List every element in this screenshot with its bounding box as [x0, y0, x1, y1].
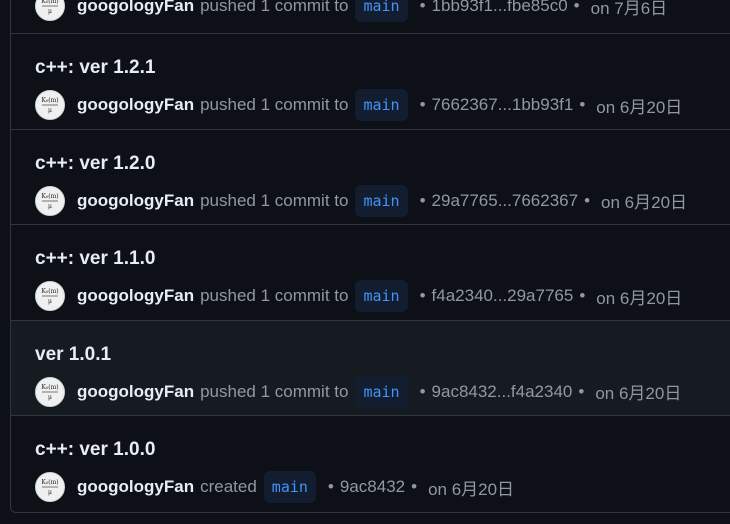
- commit-title[interactable]: c++: ver 1.2.0: [35, 153, 155, 175]
- activity-meta: K₀(m) μ googologyFan pushed 1 commit to m…: [35, 0, 667, 23]
- separator-dot: •: [579, 286, 586, 305]
- separator-dot: •: [327, 477, 334, 496]
- commit-range-link[interactable]: 9ac8432...f4a2340: [432, 382, 573, 402]
- activity-item: K₀(m) μ googologyFan pushed 1 commit to m…: [11, 0, 730, 34]
- commit-title[interactable]: ver 1.0.1: [35, 344, 111, 366]
- commit-range-link[interactable]: 9ac8432: [340, 477, 405, 497]
- separator-dot: •: [411, 477, 418, 496]
- username-link[interactable]: googologyFan: [77, 0, 194, 16]
- action-text: pushed 1 commit to: [200, 190, 349, 210]
- separator-dot: •: [419, 0, 426, 15]
- action-text: pushed 1 commit to: [200, 95, 349, 114]
- activity-item: c++: ver 1.1.0 K₀(m) μ googologyFan pushe…: [11, 225, 730, 321]
- separator-dot: •: [573, 0, 580, 15]
- activity-meta: K₀(m) μ googologyFan created main • 9ac84…: [35, 470, 514, 504]
- separator-dot: •: [419, 190, 426, 210]
- user-avatar[interactable]: K₀(m) μ: [35, 472, 65, 502]
- username-link[interactable]: googologyFan: [77, 286, 194, 306]
- svg-text:μ: μ: [48, 107, 52, 114]
- separator-dot: •: [578, 381, 585, 401]
- svg-text:μ: μ: [48, 298, 52, 305]
- activity-meta: K₀(m) μ googologyFan pushed 1 commit to m…: [35, 279, 682, 313]
- commit-title[interactable]: c++: ver 1.0.0: [35, 439, 155, 461]
- svg-text:μ: μ: [48, 203, 52, 210]
- commit-range-link[interactable]: 7662367...1bb93f1: [432, 95, 574, 115]
- avatar-formula-icon: K₀(m) μ: [41, 0, 58, 15]
- commit-title[interactable]: c++: ver 1.2.1: [35, 57, 155, 79]
- svg-text:K₀(m): K₀(m): [41, 193, 58, 200]
- username-link[interactable]: googologyFan: [77, 477, 194, 497]
- branch-label[interactable]: main: [355, 184, 408, 217]
- branch-label[interactable]: main: [355, 89, 408, 121]
- branch-label[interactable]: main: [355, 0, 408, 22]
- branch-label[interactable]: main: [355, 280, 408, 312]
- svg-text:K₀(m): K₀(m): [41, 479, 58, 486]
- svg-text:K₀(m): K₀(m): [41, 97, 58, 104]
- branch-label[interactable]: main: [355, 375, 408, 408]
- svg-text:K₀(m): K₀(m): [41, 288, 58, 295]
- event-date: on 6月20日: [601, 193, 688, 212]
- username-link[interactable]: googologyFan: [77, 191, 194, 211]
- avatar-formula-icon: K₀(m) μ: [41, 384, 58, 401]
- action-text: pushed 1 commit to: [200, 286, 349, 305]
- activity-meta: K₀(m) μ googologyFan pushed 1 commit to m…: [35, 184, 687, 218]
- user-avatar[interactable]: K₀(m) μ: [35, 0, 65, 21]
- action-text: pushed 1 commit to: [200, 0, 349, 15]
- event-date: on 7月6日: [590, 0, 668, 18]
- separator-dot: •: [419, 286, 426, 305]
- activity-item: c++: ver 1.2.0 K₀(m) μ googologyFan pushe…: [11, 130, 730, 225]
- avatar-formula-icon: K₀(m) μ: [41, 288, 58, 305]
- activity-meta: K₀(m) μ googologyFan pushed 1 commit to m…: [35, 88, 682, 122]
- username-link[interactable]: googologyFan: [77, 382, 194, 402]
- event-date: on 6月20日: [595, 384, 682, 403]
- event-date: on 6月20日: [428, 479, 515, 499]
- username-link[interactable]: googologyFan: [77, 95, 194, 115]
- avatar-formula-icon: K₀(m) μ: [41, 193, 58, 210]
- user-avatar[interactable]: K₀(m) μ: [35, 281, 65, 311]
- activity-item: c++: ver 1.2.1 K₀(m) μ googologyFan pushe…: [11, 34, 730, 130]
- avatar-formula-icon: K₀(m) μ: [41, 97, 58, 114]
- branch-label[interactable]: main: [263, 471, 316, 503]
- commit-range-link[interactable]: 29a7765...7662367: [432, 191, 579, 211]
- activity-list: K₀(m) μ googologyFan pushed 1 commit to m…: [10, 0, 730, 513]
- separator-dot: •: [419, 95, 426, 114]
- user-avatar[interactable]: K₀(m) μ: [35, 376, 65, 407]
- commit-title[interactable]: c++: ver 1.1.0: [35, 248, 155, 270]
- separator-dot: •: [579, 95, 586, 114]
- commit-range-link[interactable]: 1bb93f1...fbe85c0: [432, 0, 568, 16]
- action-text: pushed 1 commit to: [200, 381, 349, 401]
- event-date: on 6月20日: [596, 288, 683, 308]
- commit-range-link[interactable]: f4a2340...29a7765: [432, 286, 574, 306]
- event-date: on 6月20日: [596, 97, 683, 117]
- separator-dot: •: [584, 190, 591, 210]
- user-avatar[interactable]: K₀(m) μ: [35, 90, 65, 120]
- activity-meta: K₀(m) μ googologyFan pushed 1 commit to m…: [35, 375, 681, 409]
- avatar-formula-icon: K₀(m) μ: [41, 479, 58, 496]
- svg-text:μ: μ: [48, 394, 52, 401]
- svg-text:μ: μ: [48, 489, 52, 496]
- action-text: created: [200, 477, 257, 496]
- activity-item: ver 1.0.1 K₀(m) μ googologyFan pushed 1 c…: [11, 320, 730, 416]
- activity-item: c++: ver 1.0.0 K₀(m) μ googologyFan creat…: [11, 416, 730, 512]
- separator-dot: •: [419, 381, 426, 401]
- svg-text:K₀(m): K₀(m): [41, 384, 58, 391]
- svg-text:K₀(m): K₀(m): [41, 0, 58, 5]
- user-avatar[interactable]: K₀(m) μ: [35, 185, 65, 216]
- svg-text:μ: μ: [48, 8, 52, 15]
